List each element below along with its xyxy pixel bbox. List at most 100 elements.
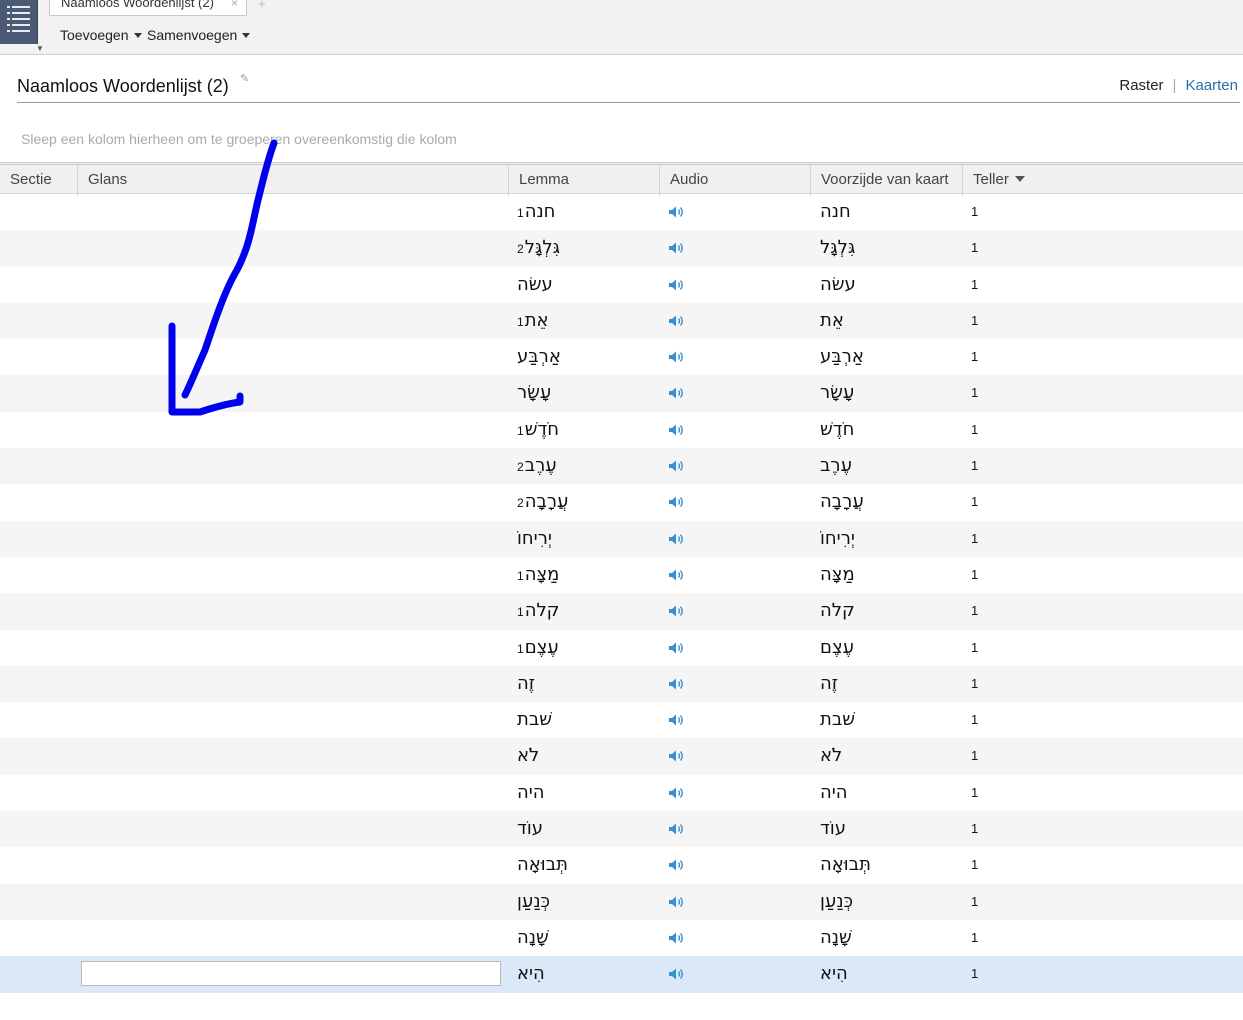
lemma-cell[interactable]: 2עֲרָבָה xyxy=(517,484,568,520)
card-front-cell[interactable]: שָׁנָה xyxy=(820,920,852,956)
lemma-cell[interactable]: 2עֶרֶב xyxy=(517,448,557,484)
column-header-audio[interactable]: Audio xyxy=(659,165,810,196)
gloss-input[interactable] xyxy=(81,961,501,987)
speaker-icon[interactable] xyxy=(668,459,686,473)
table-row[interactable]: עָשָׂר עָשָׂר 1 xyxy=(0,375,1243,412)
card-front-cell[interactable]: תְּבוּאָה xyxy=(820,847,871,883)
table-row[interactable]: 1אֵת אֵת 1 xyxy=(0,302,1243,340)
lemma-cell[interactable]: היה xyxy=(517,775,546,811)
speaker-icon[interactable] xyxy=(668,786,686,800)
group-drop-zone[interactable]: Sleep een kolom hierheen om te groeperen… xyxy=(21,131,457,147)
table-row[interactable]: הִיא הִיא 1 xyxy=(0,956,1243,993)
edit-title-icon[interactable]: ✎ xyxy=(240,72,249,85)
speaker-icon[interactable] xyxy=(668,314,686,328)
lemma-cell[interactable]: אַרְבַּע xyxy=(517,339,562,375)
card-front-cell[interactable]: עשׂה xyxy=(820,267,856,303)
lemma-cell[interactable]: עשׂה xyxy=(517,267,554,303)
speaker-icon[interactable] xyxy=(668,641,686,655)
sort-descending-icon[interactable] xyxy=(1014,176,1025,182)
lemma-cell[interactable]: יְרִיחוֹ xyxy=(517,521,553,557)
card-front-cell[interactable]: עֶצֶם xyxy=(820,630,854,666)
lemma-cell[interactable]: עוֹד xyxy=(517,811,544,847)
close-tab-icon[interactable]: × xyxy=(231,0,238,10)
lemma-cell[interactable]: 1אֵת xyxy=(517,303,549,339)
card-front-cell[interactable]: הִיא xyxy=(820,956,848,992)
lemma-cell[interactable]: 2גִּלְגָּל xyxy=(517,230,560,266)
table-row[interactable]: זֶה זֶה 1 xyxy=(0,665,1243,703)
card-front-cell[interactable]: היה xyxy=(820,775,848,811)
card-front-cell[interactable]: עָשָׂר xyxy=(820,375,854,411)
card-front-cell[interactable]: מַצָּה xyxy=(820,557,855,593)
speaker-icon[interactable] xyxy=(668,677,686,691)
column-header-gloss[interactable]: Glans xyxy=(77,165,508,196)
add-menu-button[interactable]: Toevoegen xyxy=(60,27,142,43)
card-front-cell[interactable]: אֵת xyxy=(820,303,844,339)
card-front-cell[interactable]: עֲרָבָה xyxy=(820,484,864,520)
speaker-icon[interactable] xyxy=(668,386,686,400)
app-menu-button[interactable] xyxy=(0,0,38,44)
speaker-icon[interactable] xyxy=(668,967,686,981)
lemma-cell[interactable]: 1מַצָּה xyxy=(517,557,559,593)
grid-view-link[interactable]: Raster xyxy=(1119,77,1163,94)
column-header-section[interactable]: Sectie xyxy=(0,165,77,196)
speaker-icon[interactable] xyxy=(668,350,686,364)
lemma-cell[interactable]: עָשָׂר xyxy=(517,375,552,411)
table-row[interactable]: שָׁנָה שָׁנָה 1 xyxy=(0,920,1243,956)
card-front-cell[interactable]: יְרִיחוֹ xyxy=(820,521,855,557)
table-row[interactable]: 1מַצָּה מַצָּה 1 xyxy=(0,557,1243,593)
table-row[interactable]: 1חֹדֶשׁ חֹדֶשׁ 1 xyxy=(0,412,1243,448)
lemma-cell[interactable]: 1חנה xyxy=(517,194,555,230)
table-row[interactable]: אַרְבַּע אַרְבַּע 1 xyxy=(0,339,1243,375)
speaker-icon[interactable] xyxy=(668,931,686,945)
card-front-cell[interactable]: עֶרֶב xyxy=(820,448,852,484)
column-header-lemma[interactable]: Lemma xyxy=(508,165,659,196)
lemma-cell[interactable]: זֶה xyxy=(517,666,536,702)
card-front-cell[interactable]: חֹדֶשׁ xyxy=(820,412,854,448)
lemma-cell[interactable]: כְּנַעַן xyxy=(517,884,551,920)
card-front-cell[interactable]: חנה xyxy=(820,194,851,230)
card-front-cell[interactable]: כְּנַעַן xyxy=(820,884,853,920)
table-row[interactable]: 1עֶצֶם עֶצֶם 1 xyxy=(0,630,1243,666)
speaker-icon[interactable] xyxy=(668,749,686,763)
card-front-cell[interactable]: אַרְבַּע xyxy=(820,339,864,375)
card-front-cell[interactable]: עוֹד xyxy=(820,811,846,847)
speaker-icon[interactable] xyxy=(668,532,686,546)
speaker-icon[interactable] xyxy=(668,895,686,909)
lemma-cell[interactable]: 1חֹדֶשׁ xyxy=(517,412,559,448)
column-header-front[interactable]: Voorzijde van kaart xyxy=(810,165,962,196)
table-row[interactable]: כְּנַעַן כְּנַעַן 1 xyxy=(0,883,1243,920)
table-row[interactable]: היה היה 1 xyxy=(0,775,1243,811)
card-front-cell[interactable]: שׁבת xyxy=(820,702,855,738)
card-front-cell[interactable]: קלה xyxy=(820,593,855,629)
table-row[interactable]: 2עֲרָבָה עֲרָבָה 1 xyxy=(0,484,1243,520)
speaker-icon[interactable] xyxy=(668,858,686,872)
table-row[interactable]: עוֹד עוֹד 1 xyxy=(0,811,1243,848)
table-row[interactable]: 2גִּלְגָּל גִּלְגָּל 1 xyxy=(0,230,1243,267)
merge-menu-button[interactable]: Samenvoegen xyxy=(147,27,251,43)
speaker-icon[interactable] xyxy=(668,822,686,836)
table-row[interactable]: עשׂה עשׂה 1 xyxy=(0,267,1243,303)
lemma-cell[interactable]: 1עֶצֶם xyxy=(517,630,559,666)
speaker-icon[interactable] xyxy=(668,495,686,509)
speaker-icon[interactable] xyxy=(668,568,686,582)
lemma-cell[interactable]: שׁבת xyxy=(517,702,553,738)
card-front-cell[interactable]: גִּלְגָּל xyxy=(820,230,855,266)
table-row[interactable]: תְּבוּאָה תְּבוּאָה 1 xyxy=(0,847,1243,883)
speaker-icon[interactable] xyxy=(668,205,686,219)
table-row[interactable]: 1חנה חנה 1 xyxy=(0,194,1243,230)
card-front-cell[interactable]: לֹא xyxy=(820,738,842,774)
lemma-cell[interactable]: 1קלה xyxy=(517,593,559,629)
table-row[interactable]: שׁבת שׁבת 1 xyxy=(0,702,1243,738)
speaker-icon[interactable] xyxy=(668,241,686,255)
speaker-icon[interactable] xyxy=(668,604,686,618)
app-menu-caret-icon[interactable]: ▼ xyxy=(36,44,44,53)
new-tab-button[interactable]: + xyxy=(258,0,266,11)
table-row[interactable]: יְרִיחוֹ יְרִיחוֹ 1 xyxy=(0,520,1243,557)
document-tab[interactable]: Naamloos Woordenlijst (2) × xyxy=(49,0,247,16)
column-header-count[interactable]: Teller xyxy=(962,165,1243,196)
lemma-cell[interactable]: לֹא xyxy=(517,738,540,774)
lemma-cell[interactable]: תְּבוּאָה xyxy=(517,847,569,883)
lemma-cell[interactable]: הִיא xyxy=(517,956,546,992)
speaker-icon[interactable] xyxy=(668,278,686,292)
card-front-cell[interactable]: זֶה xyxy=(820,666,838,702)
